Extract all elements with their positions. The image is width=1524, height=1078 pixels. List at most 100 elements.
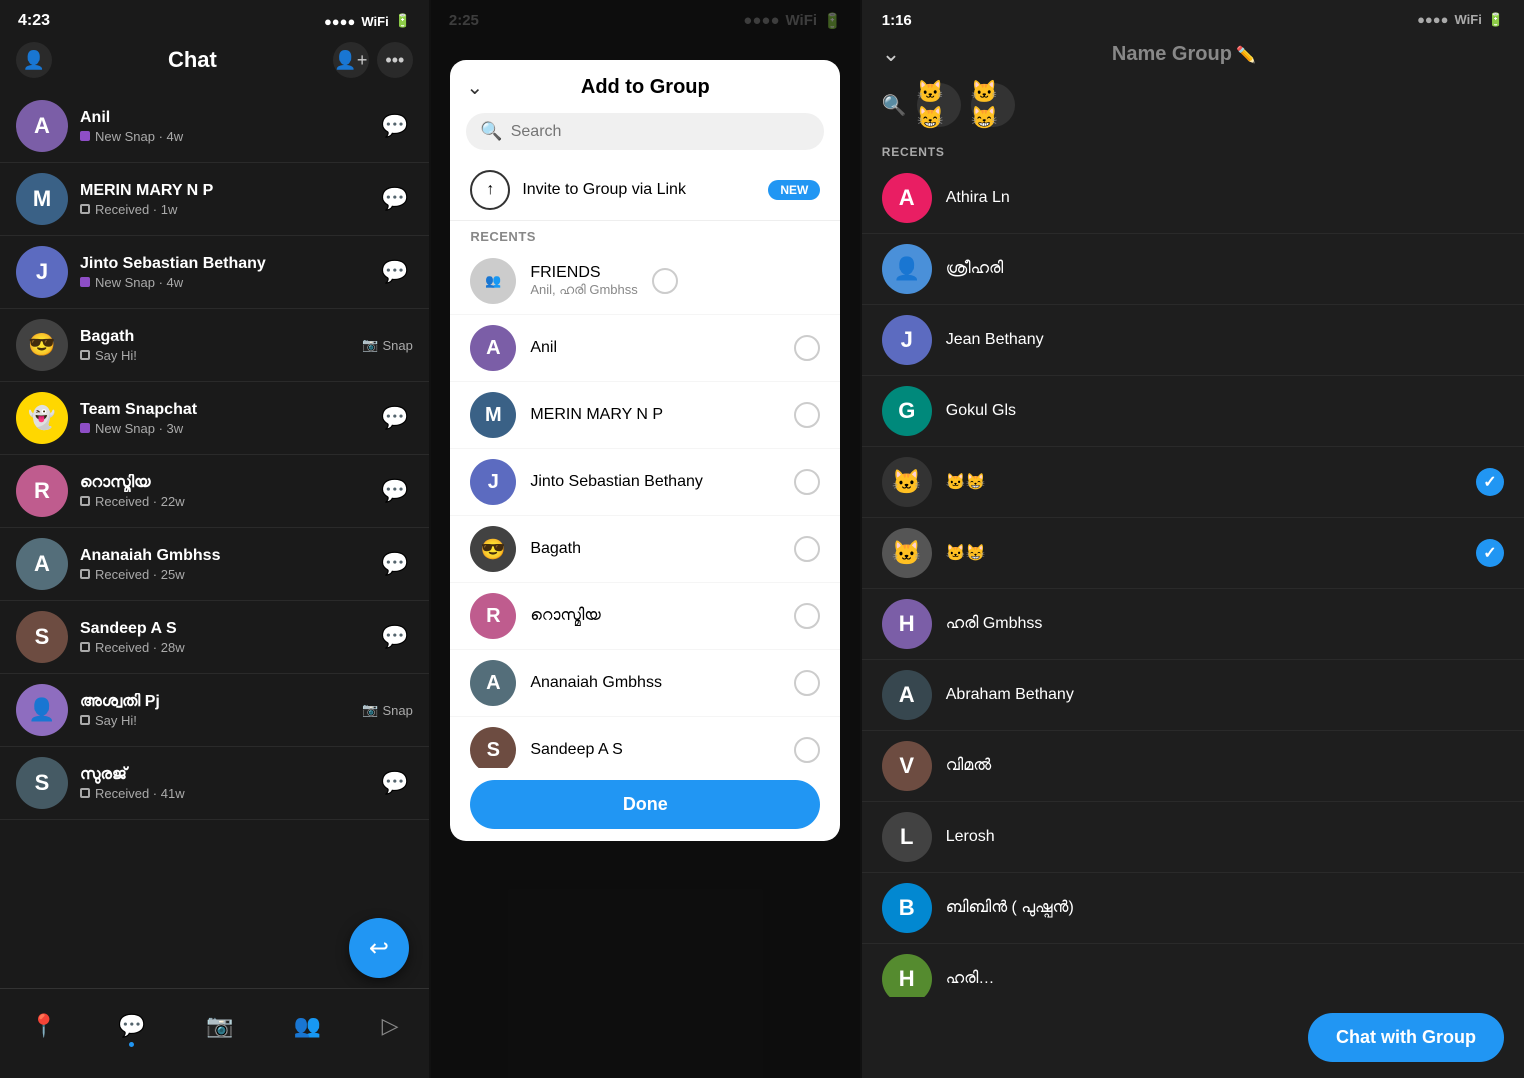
- more-options-button[interactable]: •••: [377, 42, 413, 78]
- chat-info-snapchat: Team Snapchat New Snap · 3w: [68, 401, 377, 436]
- p3-avatar-emoji1: 🐱: [882, 457, 932, 507]
- chat-action-ananaiah[interactable]: 💬: [377, 551, 413, 577]
- chat-item-bagath[interactable]: 😎 Bagath Say Hi! 📷 Snap: [0, 309, 429, 382]
- radio-friends[interactable]: [652, 268, 678, 294]
- p3-item-emoji1[interactable]: 🐱 🐱😸 ✓: [862, 447, 1524, 518]
- chat-action-sandeep[interactable]: 💬: [377, 624, 413, 650]
- chat-info-rosmiya: റൊസ്മിയ Received · 22w: [68, 474, 377, 509]
- avatar-suraj: S: [16, 757, 68, 809]
- p3-avatar-bibin: B: [882, 883, 932, 933]
- chat-action-jinto[interactable]: 💬: [377, 259, 413, 285]
- add-friend-button[interactable]: 👤+: [333, 42, 369, 78]
- p3-avatar-athira: A: [882, 173, 932, 223]
- chat-sub-merin: Received · 1w: [80, 202, 377, 217]
- chat-with-group-button[interactable]: Chat with Group: [1308, 1013, 1504, 1062]
- radio-merin[interactable]: [794, 402, 820, 428]
- wifi-icon: WiFi: [361, 14, 388, 29]
- p3-name-hari: ഹരി Gmbhss: [946, 615, 1504, 633]
- signal-icon: ●●●●: [324, 14, 355, 29]
- dot-rosmiya: [80, 496, 90, 506]
- p3-item-vimal[interactable]: V വിമൽ: [862, 731, 1524, 802]
- p3-item-gokul[interactable]: G Gokul Gls: [862, 376, 1524, 447]
- nav-stories[interactable]: ▷: [382, 1013, 399, 1039]
- chat-item-rosmiya[interactable]: R റൊസ്മിയ Received · 22w 💬: [0, 455, 429, 528]
- chat-name-ananaiah: Ananaiah Gmbhss: [80, 547, 377, 565]
- chat-item-merin[interactable]: M MERIN MARY N P Received · 1w 💬: [0, 163, 429, 236]
- nav-map[interactable]: 📍: [30, 1013, 57, 1039]
- nav-chat[interactable]: 💬: [118, 1013, 145, 1039]
- chat-item-ashwathi[interactable]: 👤 അശ്വതി Pj Say Hi! 📷 Snap: [0, 674, 429, 747]
- nav-camera[interactable]: 📷: [206, 1013, 233, 1039]
- modal-item-bagath[interactable]: 😎 Bagath: [450, 516, 840, 583]
- modal-item-rosmiya[interactable]: R റൊസ്മിയ: [450, 583, 840, 650]
- emoji-cat2[interactable]: 🐱😸: [971, 83, 1015, 127]
- nav-friends[interactable]: 👥: [294, 1013, 321, 1039]
- modal-back-button[interactable]: ⌄: [466, 75, 483, 100]
- modal-item-friends[interactable]: 👥 FRIENDS Anil, ഹരി Gmbhss: [450, 248, 840, 315]
- chat-item-ananaiah[interactable]: A Ananaiah Gmbhss Received · 25w 💬: [0, 528, 429, 601]
- chat-action-rosmiya[interactable]: 💬: [377, 478, 413, 504]
- p3-item-bibin[interactable]: B ബിബിൻ ( പുഷ്പൻ): [862, 873, 1524, 944]
- status-icons-panel1: ●●●● WiFi 🔋: [324, 13, 411, 29]
- p3-edit-icon[interactable]: ✏️: [1236, 47, 1256, 64]
- radio-bagath[interactable]: [794, 536, 820, 562]
- modal-item-merin[interactable]: M MERIN MARY N P: [450, 382, 840, 449]
- chat-header: 👤 Chat 👤+ •••: [0, 34, 429, 90]
- chat-sub-sandeep: Received · 28w: [80, 640, 377, 655]
- modal-item-anil[interactable]: A Anil: [450, 315, 840, 382]
- p3-item-abraham[interactable]: A Abraham Bethany: [862, 660, 1524, 731]
- p3-name-emoji2: 🐱😸: [946, 543, 1462, 563]
- modal-header: ⌄ Add to Group: [450, 60, 840, 107]
- dot-snapchat: [80, 423, 90, 433]
- p3-name-hari2: ഹരി…: [946, 970, 1504, 988]
- p3-avatar-hari2: H: [882, 954, 932, 997]
- radio-ananaiah[interactable]: [794, 670, 820, 696]
- invite-row[interactable]: ↑ Invite to Group via Link NEW: [450, 160, 840, 221]
- emoji-cat1[interactable]: 🐱😸: [917, 83, 961, 127]
- p3-item-lerosh[interactable]: L Lerosh: [862, 802, 1524, 873]
- p3-item-emoji2[interactable]: 🐱 🐱😸 ✓: [862, 518, 1524, 589]
- status-bar-panel1: 4:23 ●●●● WiFi 🔋: [0, 0, 429, 34]
- chat-item-snapchat[interactable]: 👻 Team Snapchat New Snap · 3w 💬: [0, 382, 429, 455]
- modal-item-jinto[interactable]: J Jinto Sebastian Bethany: [450, 449, 840, 516]
- chat-item-jinto[interactable]: J Jinto Sebastian Bethany New Snap · 4w …: [0, 236, 429, 309]
- snap-action-bagath[interactable]: 📷 Snap: [362, 337, 413, 353]
- snap-action-ashwathi[interactable]: 📷 Snap: [362, 702, 413, 718]
- radio-sandeep[interactable]: [794, 737, 820, 763]
- done-button[interactable]: Done: [470, 780, 820, 829]
- chat-action-suraj[interactable]: 💬: [377, 770, 413, 796]
- modal-item-ananaiah[interactable]: A Ananaiah Gmbhss: [450, 650, 840, 717]
- modal-item-sandeep[interactable]: S Sandeep A S: [450, 717, 840, 768]
- status-icons-panel3: ●●●● WiFi 🔋: [1417, 12, 1504, 29]
- chat-action-snapchat[interactable]: 💬: [377, 405, 413, 431]
- chat-item-suraj[interactable]: S സുരജ് Received · 41w 💬: [0, 747, 429, 820]
- radio-jinto[interactable]: [794, 469, 820, 495]
- avatar-modal-rosmiya: R: [470, 593, 516, 639]
- chat-item-anil[interactable]: A Anil New Snap · 4w 💬: [0, 90, 429, 163]
- time-panel3: 1:16: [882, 12, 912, 29]
- p3-item-jean[interactable]: J Jean Bethany: [862, 305, 1524, 376]
- chat-item-sandeep[interactable]: S Sandeep A S Received · 28w 💬: [0, 601, 429, 674]
- p3-name-jean: Jean Bethany: [946, 331, 1504, 349]
- radio-anil[interactable]: [794, 335, 820, 361]
- p3-item-hari2[interactable]: H ഹരി…: [862, 944, 1524, 997]
- modal-item-name-sandeep: Sandeep A S: [530, 741, 780, 759]
- search-icon: 🔍: [480, 121, 502, 142]
- chat-action-anil[interactable]: 💬: [377, 113, 413, 139]
- chat-action-merin[interactable]: 💬: [377, 186, 413, 212]
- avatar-header[interactable]: 👤: [16, 42, 52, 78]
- search-input[interactable]: [511, 123, 811, 141]
- chat-panel: 4:23 ●●●● WiFi 🔋 👤 Chat 👤+ ••• A Anil Ne…: [0, 0, 429, 1078]
- p3-item-sreehari[interactable]: 👤 ശ്രീഹരി: [862, 234, 1524, 305]
- p3-emoji-row: 🔍 🐱😸 🐱😸: [862, 75, 1524, 139]
- radio-rosmiya[interactable]: [794, 603, 820, 629]
- p3-back-button[interactable]: ⌄: [882, 41, 900, 67]
- p3-avatar-jean: J: [882, 315, 932, 365]
- p3-header: ⌄ Name Group ✏️: [862, 33, 1524, 75]
- chat-status-anil: New Snap · 4w: [95, 129, 183, 144]
- compose-fab[interactable]: ↩: [349, 918, 409, 978]
- p3-item-athira[interactable]: A Athira Ln: [862, 163, 1524, 234]
- p3-item-hari[interactable]: H ഹരി Gmbhss: [862, 589, 1524, 660]
- chat-info-merin: MERIN MARY N P Received · 1w: [68, 182, 377, 217]
- p3-search-icon[interactable]: 🔍: [882, 93, 907, 118]
